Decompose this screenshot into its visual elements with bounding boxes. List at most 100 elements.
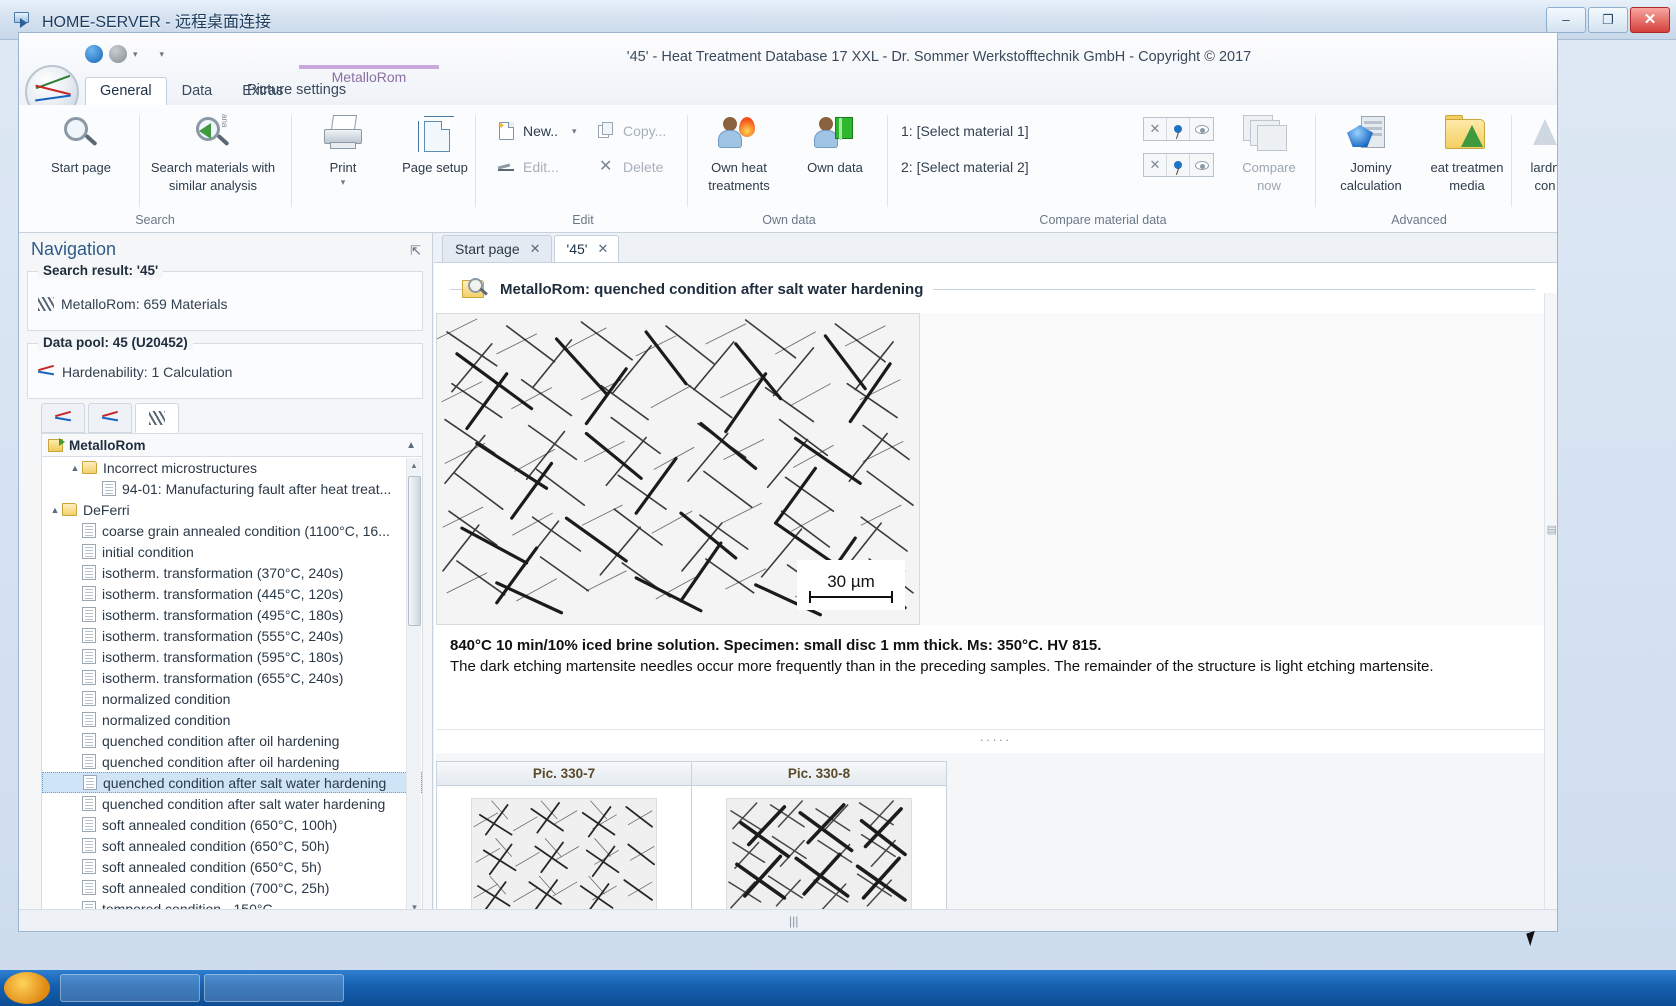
own-data-button[interactable]: Own data — [787, 113, 883, 175]
search-similar-label-1: Search materials with — [150, 160, 276, 175]
data-pool-item[interactable]: Hardenability: 1 Calculation — [28, 356, 422, 388]
tree-item[interactable]: soft annealed condition (650°C, 100h) — [42, 814, 422, 835]
own-heat-treatments-button[interactable]: Own heat treatments — [691, 113, 787, 193]
tree-item[interactable]: soft annealed condition (700°C, 25h) — [42, 877, 422, 898]
nav-tab-metallorom[interactable] — [135, 403, 179, 433]
content-vertical-scrollbar[interactable]: ▤ ▼ — [1544, 293, 1557, 931]
tree-item[interactable]: isotherm. transformation (495°C, 180s) — [42, 604, 422, 625]
document-icon — [82, 754, 96, 769]
tab-data[interactable]: Data — [167, 77, 228, 105]
status-grip-icon: ||| — [789, 914, 799, 928]
application-window: ▾ ▾ MetalloRom '45' - Heat Treatment Dat… — [18, 32, 1558, 932]
edit-button[interactable]: Edit... — [497, 157, 559, 177]
tree-item[interactable]: quenched condition after salt water hard… — [42, 793, 422, 814]
tree-item[interactable]: ▲ Incorrect microstructures — [42, 457, 422, 478]
hardening-conditions-button[interactable]: lardn con — [1515, 113, 1557, 193]
doc-tab-45-label: '45' — [566, 241, 588, 257]
print-button[interactable]: Print ▾ — [295, 113, 391, 187]
tree-item[interactable]: quenched condition after oil hardening — [42, 730, 422, 751]
customize-qat-icon[interactable]: ▾ — [160, 49, 165, 60]
pin-icon[interactable] — [1167, 154, 1190, 176]
edit-label: Edit... — [523, 159, 559, 175]
tree-item[interactable]: normalized condition — [42, 688, 422, 709]
tree-item[interactable]: 94-01: Manufacturing fault after heat tr… — [42, 478, 422, 499]
doc-tab-45[interactable]: '45' ✕ — [553, 235, 620, 262]
tree-item[interactable]: coarse grain annealed condition (1100°C,… — [42, 520, 422, 541]
forward-icon[interactable] — [109, 45, 127, 63]
start-page-button[interactable]: Start page — [33, 113, 129, 175]
close-icon[interactable]: ✕ — [597, 241, 608, 257]
copy-button[interactable]: Copy... — [597, 121, 666, 141]
taskbar-item[interactable] — [204, 974, 344, 1002]
clear-icon[interactable]: ✕ — [1144, 154, 1167, 176]
search-similar-analysis-button[interactable]: ana Search materials with similar analys… — [149, 113, 277, 193]
chevron-down-icon[interactable]: ▾ — [133, 49, 138, 60]
page-setup-button[interactable]: Page setup — [387, 113, 483, 175]
jominy-calculation-button[interactable]: Jominy calculation — [1323, 113, 1419, 193]
start-page-label: Start page — [51, 160, 111, 175]
media-label-1: eat treatmen — [1430, 160, 1504, 175]
data-pool-group: Data pool: 45 (U20452) Hardenability: 1 … — [27, 335, 423, 399]
restore-button[interactable]: ❐ — [1588, 6, 1628, 33]
new-dropdown-icon[interactable]: ▾ — [572, 126, 577, 137]
compare-material-1-label[interactable]: 1: [Select material 1] — [901, 123, 1029, 139]
tree-item[interactable]: isotherm. transformation (370°C, 240s) — [42, 562, 422, 583]
document-icon — [82, 817, 96, 832]
tree-item-label: soft annealed condition (700°C, 25h) — [102, 879, 330, 896]
data-pool-item-label: Hardenability: 1 Calculation — [62, 364, 233, 380]
pin-icon[interactable] — [1167, 118, 1190, 140]
search-result-item[interactable]: MetalloRom: 659 Materials — [28, 288, 422, 320]
heat-treatment-media-button[interactable]: eat treatmen media — [1419, 113, 1515, 193]
tree-item[interactable]: soft annealed condition (650°C, 50h) — [42, 835, 422, 856]
thumbnail-image[interactable] — [726, 798, 912, 918]
thumbnail-grid: Pic. 330-7 Pic. 330-8 — [436, 761, 947, 931]
tree-item[interactable]: initial condition — [42, 541, 422, 562]
pin-icon[interactable]: ⇱ — [410, 243, 421, 259]
tree-item[interactable]: isotherm. transformation (655°C, 240s) — [42, 667, 422, 688]
tree-scrollbar[interactable]: ▲ ▼ — [406, 458, 421, 915]
tree-item[interactable]: quenched condition after oil hardening — [42, 751, 422, 772]
doc-tab-start-page[interactable]: Start page ✕ — [442, 235, 552, 262]
tree-item[interactable]: isotherm. transformation (445°C, 120s) — [42, 583, 422, 604]
expander-icon[interactable]: ▲ — [68, 463, 82, 473]
tab-picture-settings[interactable]: Picture settings — [235, 77, 358, 104]
minimize-button[interactable]: – — [1546, 6, 1586, 33]
nav-tab-analysis[interactable] — [41, 403, 85, 433]
clear-icon[interactable]: ✕ — [1144, 118, 1167, 140]
jominy-label-2: calculation — [1340, 178, 1402, 193]
tree-item[interactable]: quenched condition after salt water hard… — [42, 772, 422, 793]
expander-icon[interactable]: ▲ — [48, 505, 62, 515]
navigation-tree[interactable]: ▲ Incorrect microstructures 94-01: Manufac… — [41, 457, 423, 917]
print-dropdown-icon[interactable]: ▾ — [295, 178, 391, 187]
tree-item[interactable]: normalized condition — [42, 709, 422, 730]
collapse-icon[interactable]: ▲ — [406, 440, 416, 451]
splitter-handle[interactable]: ····· — [436, 729, 1555, 749]
delete-button[interactable]: ✕ Delete — [597, 157, 663, 177]
tree-item[interactable]: soft annealed condition (650°C, 5h) — [42, 856, 422, 877]
scroll-up-icon[interactable]: ▲ — [407, 458, 421, 473]
delete-icon: ✕ — [599, 158, 613, 175]
tree-item[interactable]: ▲ DeFerri — [42, 499, 422, 520]
scrollbar-thumb[interactable] — [408, 476, 421, 626]
taskbar-item[interactable] — [60, 974, 200, 1002]
close-button[interactable]: ✕ — [1630, 6, 1670, 33]
compare-now-button[interactable]: Compare now — [1221, 113, 1317, 193]
back-icon[interactable] — [85, 45, 103, 63]
close-icon[interactable]: ✕ — [530, 241, 541, 257]
thumbnail-card[interactable]: Pic. 330-8 — [691, 761, 947, 931]
thumbnail-card[interactable]: Pic. 330-7 — [436, 761, 692, 931]
tree-item[interactable]: isotherm. transformation (595°C, 180s) — [42, 646, 422, 667]
eye-icon[interactable] — [1190, 154, 1213, 176]
thumbnail-image[interactable] — [471, 798, 657, 918]
tree-item[interactable]: isotherm. transformation (555°C, 240s) — [42, 625, 422, 646]
start-button[interactable] — [4, 972, 50, 1004]
eye-icon[interactable] — [1190, 118, 1213, 140]
new-button[interactable]: ✦ New.. ▾ — [497, 121, 577, 141]
document-icon — [82, 670, 96, 685]
compare-material-2-label[interactable]: 2: [Select material 2] — [901, 159, 1029, 175]
nav-tab-hardenability[interactable] — [88, 403, 132, 433]
tab-general[interactable]: General — [85, 77, 167, 105]
minimize-icon: – — [1562, 12, 1570, 27]
micrograph-image[interactable]: 30 µm — [436, 313, 920, 625]
tree-item-label: quenched condition after oil hardening — [102, 753, 340, 770]
